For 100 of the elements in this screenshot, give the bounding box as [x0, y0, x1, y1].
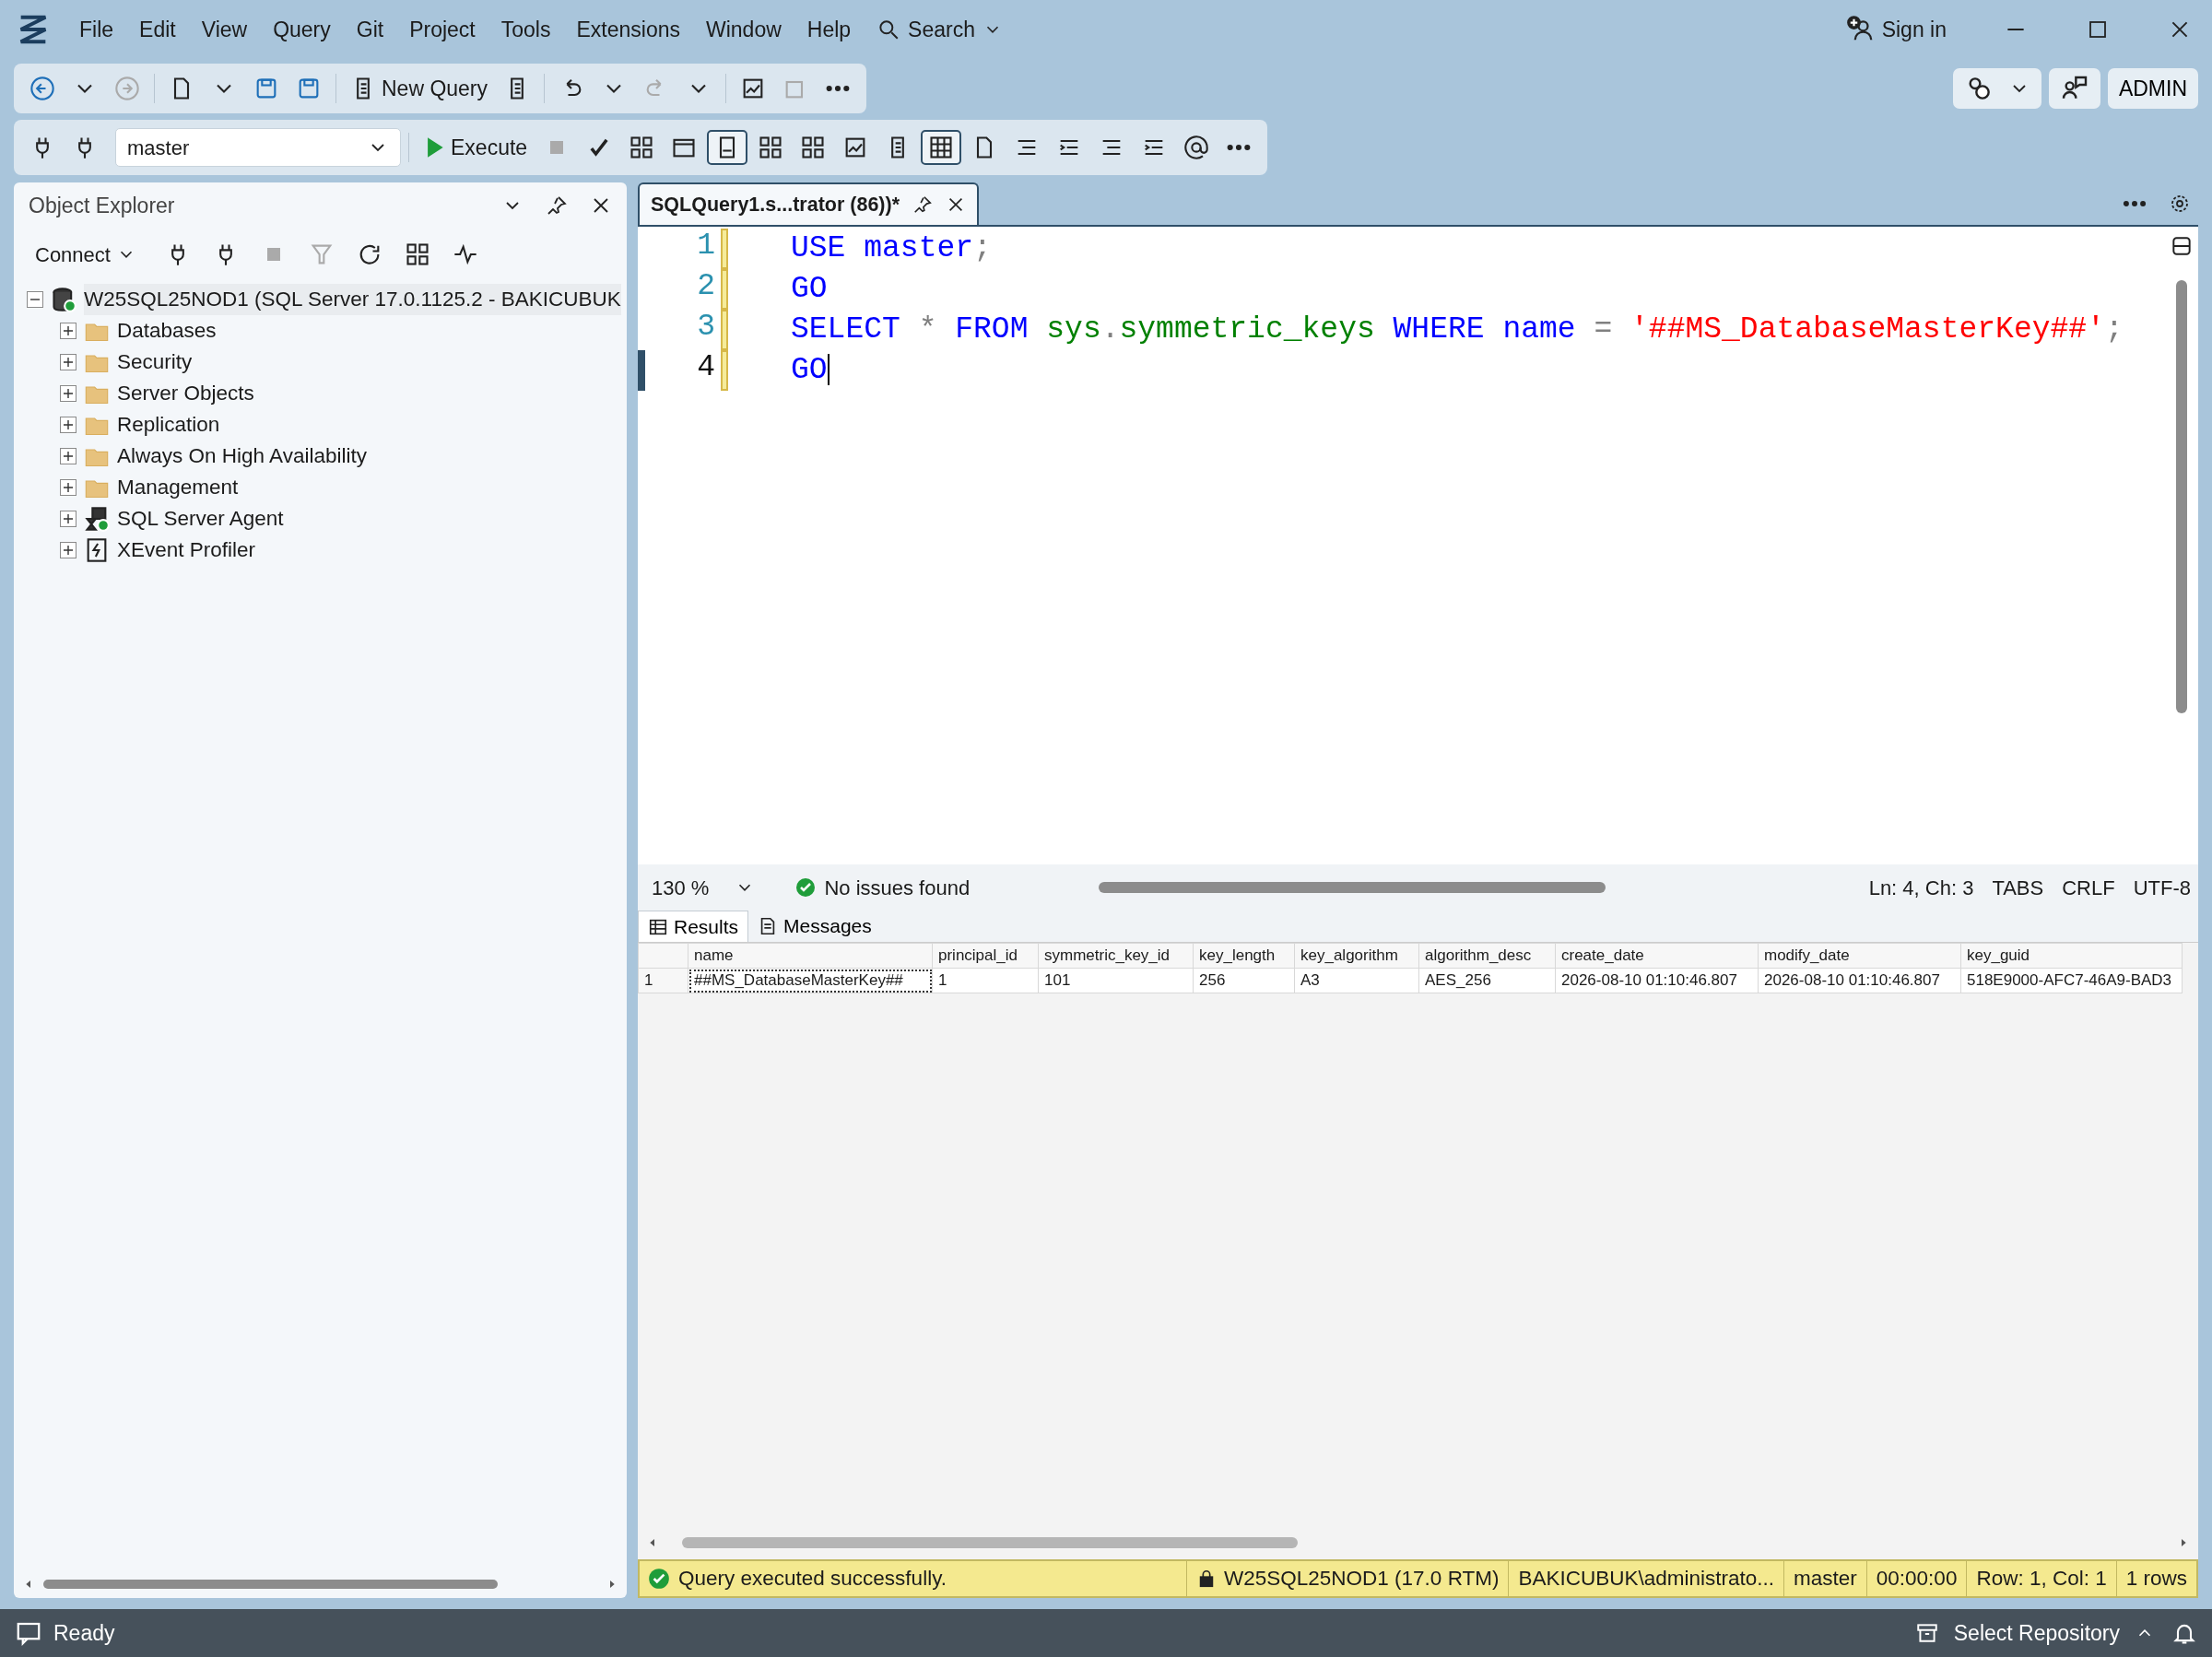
document-tab[interactable]: SQLQuery1.s...trator (86))*: [638, 182, 980, 225]
table-cell[interactable]: 101: [1038, 968, 1194, 993]
table-cell[interactable]: 518E9000-AFC7-46A9-BAD3: [1960, 968, 2183, 993]
results-tab[interactable]: Messages: [748, 911, 881, 942]
scrollbar-thumb[interactable]: [43, 1580, 498, 1589]
split-icon[interactable]: [2170, 234, 2194, 258]
code-line: GO: [791, 271, 829, 308]
tree-item[interactable]: Always On High Availability: [117, 441, 367, 472]
line-ending[interactable]: CRLF: [2062, 872, 2115, 903]
new-query-button[interactable]: New Query: [344, 68, 495, 109]
column-header[interactable]: create_date: [1555, 943, 1759, 969]
column-header[interactable]: principal_id: [932, 943, 1039, 969]
scrollbar-thumb[interactable]: [682, 1537, 1299, 1548]
live-share-button[interactable]: [1952, 68, 2041, 109]
tree-item[interactable]: Security: [117, 347, 193, 378]
column-header[interactable]: key_guid: [1960, 943, 2183, 969]
database-name: master: [127, 135, 190, 161]
code-line: SELECT * FROM sys.symmetric_keys WHERE name = '##MS_DatabaseMasterKey##';: [791, 311, 2124, 348]
success-icon: [647, 1567, 671, 1591]
tree-item[interactable]: Server Objects: [117, 378, 254, 409]
expand-toggle[interactable]: [60, 448, 76, 464]
zoom-dropdown[interactable]: 130 %: [645, 868, 762, 907]
column-header[interactable]: name: [688, 943, 933, 969]
table-cell[interactable]: 2026-08-10 01:10:46.807: [1555, 968, 1759, 993]
menu-item[interactable]: Project: [396, 9, 488, 50]
collapse-toggle[interactable]: [27, 291, 43, 308]
tab-title: SQLQuery1.s...trator (86))*: [651, 192, 900, 217]
pin-icon[interactable]: [912, 194, 934, 215]
server-icon: [51, 287, 76, 312]
code-line: GO: [791, 352, 830, 389]
table-cell[interactable]: 1: [932, 968, 1039, 993]
row-number: 1: [638, 968, 688, 993]
feedback-button[interactable]: [2048, 68, 2100, 109]
scrollbar-thumb[interactable]: [2176, 280, 2187, 713]
indent-mode[interactable]: TABS: [1992, 872, 2044, 903]
execute-button[interactable]: Execute: [417, 127, 535, 168]
table-cell[interactable]: 256: [1193, 968, 1295, 993]
grid-button[interactable]: [921, 130, 962, 165]
tree-item[interactable]: XEvent Profiler: [117, 535, 256, 566]
scrollbar-thumb[interactable]: [1099, 882, 1606, 893]
menu-item[interactable]: Tools: [488, 9, 564, 50]
status-message: Query executed successfully.: [678, 1566, 947, 1592]
expand-toggle[interactable]: [60, 385, 76, 402]
connect-button[interactable]: Connect: [29, 235, 143, 274]
search-button[interactable]: Search: [864, 9, 1016, 50]
column-header[interactable]: key_algorithm: [1294, 943, 1419, 969]
sign-in-button[interactable]: Sign in: [1833, 9, 1959, 50]
table-cell[interactable]: A3: [1294, 968, 1419, 993]
encoding[interactable]: UTF-8: [2133, 872, 2191, 903]
menu-item[interactable]: Query: [260, 9, 344, 50]
user-button[interactable]: ADMIN: [2107, 68, 2198, 109]
tree-item[interactable]: SQL Server Agent: [117, 503, 284, 535]
maximize-icon[interactable]: [2087, 18, 2109, 41]
line-number: 3: [696, 310, 716, 346]
expand-toggle[interactable]: [60, 511, 76, 527]
expand-toggle[interactable]: [60, 417, 76, 433]
agent-icon: [84, 506, 110, 532]
column-header[interactable]: modify_date: [1758, 943, 1961, 969]
table-cell[interactable]: AES_256: [1418, 968, 1556, 993]
forward-icon: [114, 76, 140, 101]
column-header[interactable]: algorithm_desc: [1418, 943, 1556, 969]
menu-item[interactable]: File: [66, 9, 127, 50]
expand-toggle[interactable]: [60, 323, 76, 339]
menu-item[interactable]: Extensions: [563, 9, 693, 50]
column-header[interactable]: key_length: [1193, 943, 1295, 969]
more-icon[interactable]: [2123, 200, 2147, 207]
menu-item[interactable]: View: [188, 9, 261, 50]
cursor-position[interactable]: Ln: 4, Ch: 3: [1868, 872, 1974, 903]
expand-toggle[interactable]: [60, 479, 76, 496]
expand-toggle[interactable]: [60, 354, 76, 370]
settings-icon[interactable]: [2169, 193, 2191, 215]
expand-toggle[interactable]: [60, 542, 76, 558]
server-node[interactable]: W25SQL25NOD1 (SQL Server 17.0.1125.2 - BAKICUBUK: [84, 284, 621, 315]
status-text: Ready: [53, 1619, 116, 1647]
table-cell[interactable]: ##MS_DatabaseMasterKey##: [688, 968, 933, 993]
elapsed-time: 00:00:00: [1876, 1566, 1958, 1592]
tree-item[interactable]: Management: [117, 472, 239, 503]
pane-button[interactable]: [707, 130, 748, 165]
pin-icon[interactable]: [546, 194, 568, 217]
tree-item[interactable]: Databases: [117, 315, 217, 347]
table-cell[interactable]: 2026-08-10 01:10:46.807: [1758, 968, 1961, 993]
tree-item[interactable]: Replication: [117, 409, 220, 441]
grid-icon: [928, 135, 955, 160]
row-count: 1 rows: [2125, 1566, 2187, 1592]
panel-title: Object Explorer: [29, 192, 176, 219]
more-icon: [825, 85, 852, 92]
more-icon: [1226, 144, 1253, 151]
user-status: BAKICUBUK\administrato...: [1518, 1566, 1775, 1592]
code-line: USE master;: [791, 230, 993, 267]
column-header[interactable]: symmetric_key_id: [1038, 943, 1194, 969]
parameter-icon: [1183, 135, 1210, 160]
menu-item[interactable]: Git: [343, 9, 397, 50]
repository-button[interactable]: Select Repository: [1909, 1616, 2160, 1651]
menu-item[interactable]: Window: [693, 9, 794, 50]
results-tab[interactable]: Results: [638, 911, 749, 942]
menu-item[interactable]: Edit: [126, 9, 189, 50]
cursor-position: Row: 1, Col: 1: [1976, 1566, 2107, 1592]
database-dropdown[interactable]: master: [115, 128, 401, 167]
line-number: 2: [696, 269, 716, 305]
menu-item[interactable]: Help: [794, 9, 865, 50]
